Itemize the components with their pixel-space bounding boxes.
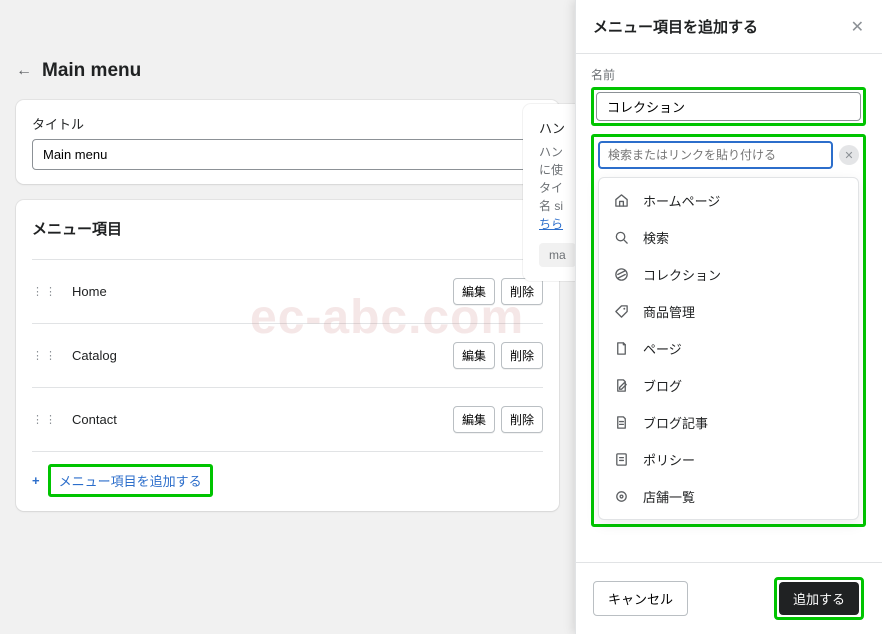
dropdown-option-label: 店舗一覧 xyxy=(643,487,695,506)
dropdown-option[interactable]: ブログ xyxy=(599,367,858,404)
title-card: タイトル xyxy=(16,100,559,184)
dropdown-option[interactable]: 店舗一覧 xyxy=(599,478,858,515)
home-icon xyxy=(613,193,629,208)
clear-icon[interactable]: ✕ xyxy=(839,145,859,165)
edit-button[interactable]: 編集 xyxy=(453,406,495,433)
dropdown-option-label: ホームページ xyxy=(643,191,720,210)
name-input[interactable] xyxy=(596,92,861,121)
handle-text-4: 名 si xyxy=(539,199,563,213)
menu-item-name: Home xyxy=(72,284,107,299)
blog-icon xyxy=(613,378,629,393)
dropdown-option-label: ページ xyxy=(643,339,682,358)
store-icon xyxy=(613,489,629,504)
policy-icon xyxy=(613,452,629,467)
dropdown-option-label: ブログ記事 xyxy=(643,413,708,432)
delete-button[interactable]: 削除 xyxy=(501,406,543,433)
drawer-title: メニュー項目を追加する xyxy=(593,16,758,37)
menu-items-card: メニュー項目 ⋮⋮ Home 編集 削除 ⋮⋮ Catalog 編集 削除 ⋮⋮… xyxy=(16,200,559,511)
menu-section-title: メニュー項目 xyxy=(32,214,543,239)
dropdown-option[interactable]: ブログ記事 xyxy=(599,404,858,441)
tag-icon xyxy=(613,267,629,282)
handle-text-1: ハン xyxy=(539,145,563,159)
menu-item-name: Contact xyxy=(72,412,117,427)
close-icon[interactable]: ✕ xyxy=(851,17,864,37)
menu-item-row: ⋮⋮ Home 編集 削除 xyxy=(32,259,543,323)
post-icon xyxy=(613,415,629,430)
dropdown-option[interactable]: ホームページ xyxy=(599,182,858,219)
dropdown-option[interactable]: コレクション xyxy=(599,256,858,293)
delete-button[interactable]: 削除 xyxy=(501,278,543,305)
price-icon xyxy=(613,304,629,319)
edit-button[interactable]: 編集 xyxy=(453,278,495,305)
drag-handle-icon[interactable]: ⋮⋮ xyxy=(32,413,58,426)
dropdown-option-label: コレクション xyxy=(643,265,721,284)
title-input[interactable] xyxy=(32,139,543,170)
back-arrow-icon[interactable]: ← xyxy=(16,62,32,80)
link-search-input[interactable] xyxy=(598,141,833,169)
submit-button[interactable]: 追加する xyxy=(779,582,859,615)
name-field-label: 名前 xyxy=(591,66,866,83)
add-menu-item-row[interactable]: + メニュー項目を追加する xyxy=(32,451,543,501)
dropdown-option-label: 検索 xyxy=(643,228,669,247)
page-header: ← Main menu xyxy=(16,60,559,82)
title-label: タイトル xyxy=(32,114,543,133)
dropdown-option[interactable]: 商品管理 xyxy=(599,293,858,330)
drag-handle-icon[interactable]: ⋮⋮ xyxy=(32,285,58,298)
menu-item-name: Catalog xyxy=(72,348,117,363)
drag-handle-icon[interactable]: ⋮⋮ xyxy=(32,349,58,362)
cancel-button[interactable]: キャンセル xyxy=(593,581,688,616)
handle-text-3: タイ xyxy=(539,181,563,195)
menu-item-row: ⋮⋮ Catalog 編集 削除 xyxy=(32,323,543,387)
menu-item-row: ⋮⋮ Contact 編集 削除 xyxy=(32,387,543,451)
add-item-drawer: メニュー項目を追加する ✕ 名前 ✕ ホームページ 検索 コレクション 商品管理… xyxy=(575,0,882,634)
dropdown-option[interactable]: 検索 xyxy=(599,219,858,256)
page-icon xyxy=(613,341,629,356)
plus-icon: + xyxy=(32,473,40,488)
link-dropdown: ホームページ 検索 コレクション 商品管理 ページ ブログ ブログ記事 ポリシー… xyxy=(598,177,859,520)
dropdown-option-label: ブログ xyxy=(643,376,682,395)
search-icon xyxy=(613,230,629,245)
edit-button[interactable]: 編集 xyxy=(453,342,495,369)
dropdown-option[interactable]: ポリシー xyxy=(599,441,858,478)
dropdown-option[interactable]: ページ xyxy=(599,330,858,367)
dropdown-option-label: 商品管理 xyxy=(643,302,695,321)
add-menu-item-label[interactable]: メニュー項目を追加する xyxy=(59,474,202,489)
handle-link[interactable]: ちら xyxy=(539,217,563,231)
delete-button[interactable]: 削除 xyxy=(501,342,543,369)
page-title: Main menu xyxy=(42,60,141,82)
handle-badge: ma xyxy=(539,243,576,267)
dropdown-option-label: ポリシー xyxy=(643,450,695,469)
handle-text-2: に使 xyxy=(539,163,563,177)
